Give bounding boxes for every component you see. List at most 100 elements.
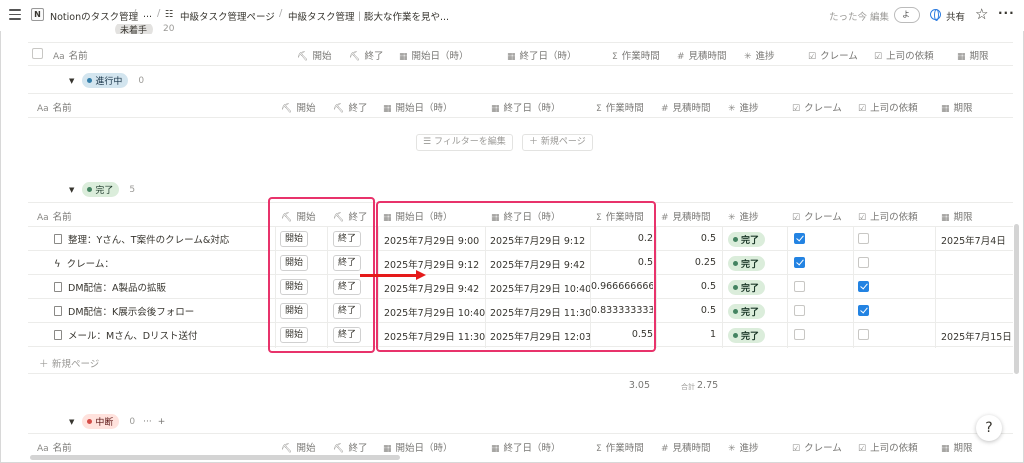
avatar[interactable]: よ bbox=[894, 7, 920, 23]
deadline[interactable]: 2025年7月4日 bbox=[941, 233, 1006, 247]
group-count: 5 bbox=[129, 184, 136, 195]
col-deadline: ▦ 期限 bbox=[941, 443, 973, 454]
col-boss: ☑ 上司の依頼 bbox=[858, 443, 918, 454]
estimate[interactable]: 1 bbox=[657, 329, 716, 340]
row-name[interactable]: DM配信：A製品の拡販 bbox=[54, 280, 269, 294]
notion-logo-icon: N bbox=[31, 8, 44, 21]
status-badge[interactable]: 完了 bbox=[728, 304, 766, 319]
row-name[interactable]: ϟ クレーム： bbox=[54, 256, 269, 270]
divider bbox=[28, 65, 1013, 66]
help-icon[interactable]: ? bbox=[976, 415, 1002, 441]
collapse-triangle-icon[interactable]: ▼ bbox=[69, 77, 74, 85]
col-estimate: # 見積時間 bbox=[661, 443, 711, 454]
divider bbox=[28, 433, 1013, 434]
col-deadline: ▦ 期限 bbox=[957, 51, 989, 62]
group-count: 0 bbox=[138, 75, 145, 86]
estimate[interactable]: 0.5 bbox=[657, 305, 716, 316]
breadcrumb-ellipsis[interactable]: ... bbox=[143, 9, 152, 20]
page-icon bbox=[54, 282, 62, 292]
estimate[interactable]: 0.5 bbox=[657, 281, 716, 292]
menu-icon[interactable] bbox=[9, 9, 21, 20]
col-start-date: ▦ 開始日（時） bbox=[383, 103, 453, 114]
col-work-time: Σ 作業時間 bbox=[612, 51, 660, 62]
col-start-date: ▦ 開始日（時） bbox=[383, 443, 453, 454]
select-all-checkbox[interactable] bbox=[32, 48, 43, 59]
edit-filter-button[interactable]: ☰ フィルターを編集 bbox=[416, 134, 513, 151]
breadcrumb-current[interactable]: 中級タスク管理｜膨大な作業を見や... bbox=[288, 9, 449, 23]
row-name[interactable]: メール：Mさん、Dリスト送付 bbox=[54, 328, 269, 342]
col-boss: ☑ 上司の依頼 bbox=[858, 212, 918, 223]
totals-row: 3.05 合計 2.75 bbox=[0, 374, 1024, 398]
column-divider bbox=[722, 227, 723, 348]
claim-checkbox[interactable] bbox=[794, 329, 805, 340]
col-end-date: ▦ 終了日（時） bbox=[507, 51, 577, 62]
row-name[interactable]: DM配信：K展示会後フォロー bbox=[54, 304, 269, 318]
group-done[interactable]: ▼ 完了 5 bbox=[69, 182, 135, 197]
divider bbox=[28, 93, 1013, 94]
column-divider bbox=[935, 227, 936, 348]
group-paused[interactable]: ▼ 中断 0 ··· + bbox=[69, 414, 165, 429]
col-start-button: ⛏ 開始 bbox=[281, 103, 316, 114]
group-in-progress[interactable]: ▼ 進行中 0 bbox=[69, 73, 144, 88]
horizontal-scrollbar[interactable] bbox=[30, 455, 400, 460]
col-progress: ✳ 進捗 bbox=[728, 212, 759, 223]
breadcrumb-workspace[interactable]: Notionのタスク管理 bbox=[50, 9, 138, 23]
group-count: 0 bbox=[129, 416, 136, 427]
estimate[interactable]: 0.5 bbox=[657, 233, 716, 244]
row-name[interactable]: 整理：Yさん、T案件のクレーム&対応 bbox=[54, 232, 269, 246]
claim-checkbox[interactable] bbox=[794, 281, 805, 292]
boss-request-checkbox[interactable] bbox=[858, 281, 869, 292]
col-start-button: ⛏ 開始 bbox=[297, 51, 332, 62]
group-tag: 中断 bbox=[82, 414, 120, 429]
share-button[interactable]: 共有 bbox=[946, 9, 965, 23]
boss-request-checkbox[interactable] bbox=[858, 233, 869, 244]
collapse-triangle-icon[interactable]: ▼ bbox=[69, 186, 74, 194]
table-header: Aa 名前 ⛏ 開始 ⛏ 終了 ▦ 開始日（時） ▦ 終了日（時） Σ 作業時間 # 見積時間… bbox=[0, 95, 1024, 117]
collapse-triangle-icon[interactable]: ▼ bbox=[69, 418, 74, 426]
breadcrumb-list-icon: ☷ bbox=[165, 9, 174, 20]
col-start-date: ▦ 開始日（時） bbox=[399, 51, 469, 62]
group-tag: 完了 bbox=[82, 182, 120, 197]
more-icon[interactable]: ··· bbox=[143, 417, 152, 427]
status-badge[interactable]: 完了 bbox=[728, 328, 766, 343]
boss-request-checkbox[interactable] bbox=[858, 305, 869, 316]
bolt-icon: ϟ bbox=[54, 259, 61, 270]
group-not-started: 未着手 20 bbox=[115, 24, 174, 34]
claim-checkbox[interactable] bbox=[794, 305, 805, 316]
deadline[interactable]: 2025年7月15日 bbox=[941, 329, 1012, 343]
claim-checkbox[interactable] bbox=[794, 233, 805, 244]
col-claim: ☑ クレーム bbox=[792, 212, 842, 223]
plus-icon[interactable]: + bbox=[158, 417, 166, 427]
status-badge[interactable]: 完了 bbox=[728, 280, 766, 295]
status-badge[interactable]: 完了 bbox=[728, 256, 766, 271]
plus-icon: ＋ bbox=[39, 359, 49, 370]
col-progress: ✳ 進捗 bbox=[744, 51, 775, 62]
new-page-button[interactable]: ＋ 新規ページ bbox=[522, 134, 593, 151]
col-claim: ☑ クレーム bbox=[808, 51, 858, 62]
arrow-annotation bbox=[360, 274, 418, 277]
status-badge[interactable]: 完了 bbox=[728, 232, 766, 247]
col-boss: ☑ 上司の依頼 bbox=[858, 103, 918, 114]
column-divider bbox=[656, 227, 657, 348]
page-icon bbox=[54, 234, 62, 244]
boss-request-checkbox[interactable] bbox=[858, 257, 869, 268]
star-icon[interactable]: ☆ bbox=[975, 5, 988, 23]
estimate[interactable]: 0.25 bbox=[657, 257, 716, 268]
claim-checkbox[interactable] bbox=[794, 257, 805, 268]
breadcrumb-separator: / bbox=[157, 8, 161, 19]
total-estimate: 2.75 bbox=[697, 380, 719, 391]
breadcrumb-page[interactable]: 中級タスク管理ページ bbox=[180, 9, 275, 23]
boss-request-checkbox[interactable] bbox=[858, 329, 869, 340]
vertical-scrollbar[interactable] bbox=[1014, 224, 1019, 374]
total-work: 3.05 bbox=[628, 380, 650, 391]
edited-status: たった今 編集 bbox=[829, 12, 890, 23]
column-divider bbox=[853, 227, 854, 348]
new-page-row[interactable]: ＋ 新規ページ bbox=[0, 350, 300, 374]
highlight-box-buttons bbox=[268, 197, 375, 353]
col-progress: ✳ 進捗 bbox=[728, 443, 759, 454]
table-header: Aa 名前 ⛏ 開始 ⛏ 終了 ▦ 開始日（時） ▦ 終了日（時） Σ 作業時間 # 見積時間… bbox=[0, 435, 1024, 457]
col-end-button: ⛏ 終了 bbox=[333, 443, 368, 454]
more-icon[interactable]: ··· bbox=[998, 6, 1015, 20]
group-tag: 未着手 bbox=[115, 24, 154, 34]
col-end-button: ⛏ 終了 bbox=[333, 103, 368, 114]
